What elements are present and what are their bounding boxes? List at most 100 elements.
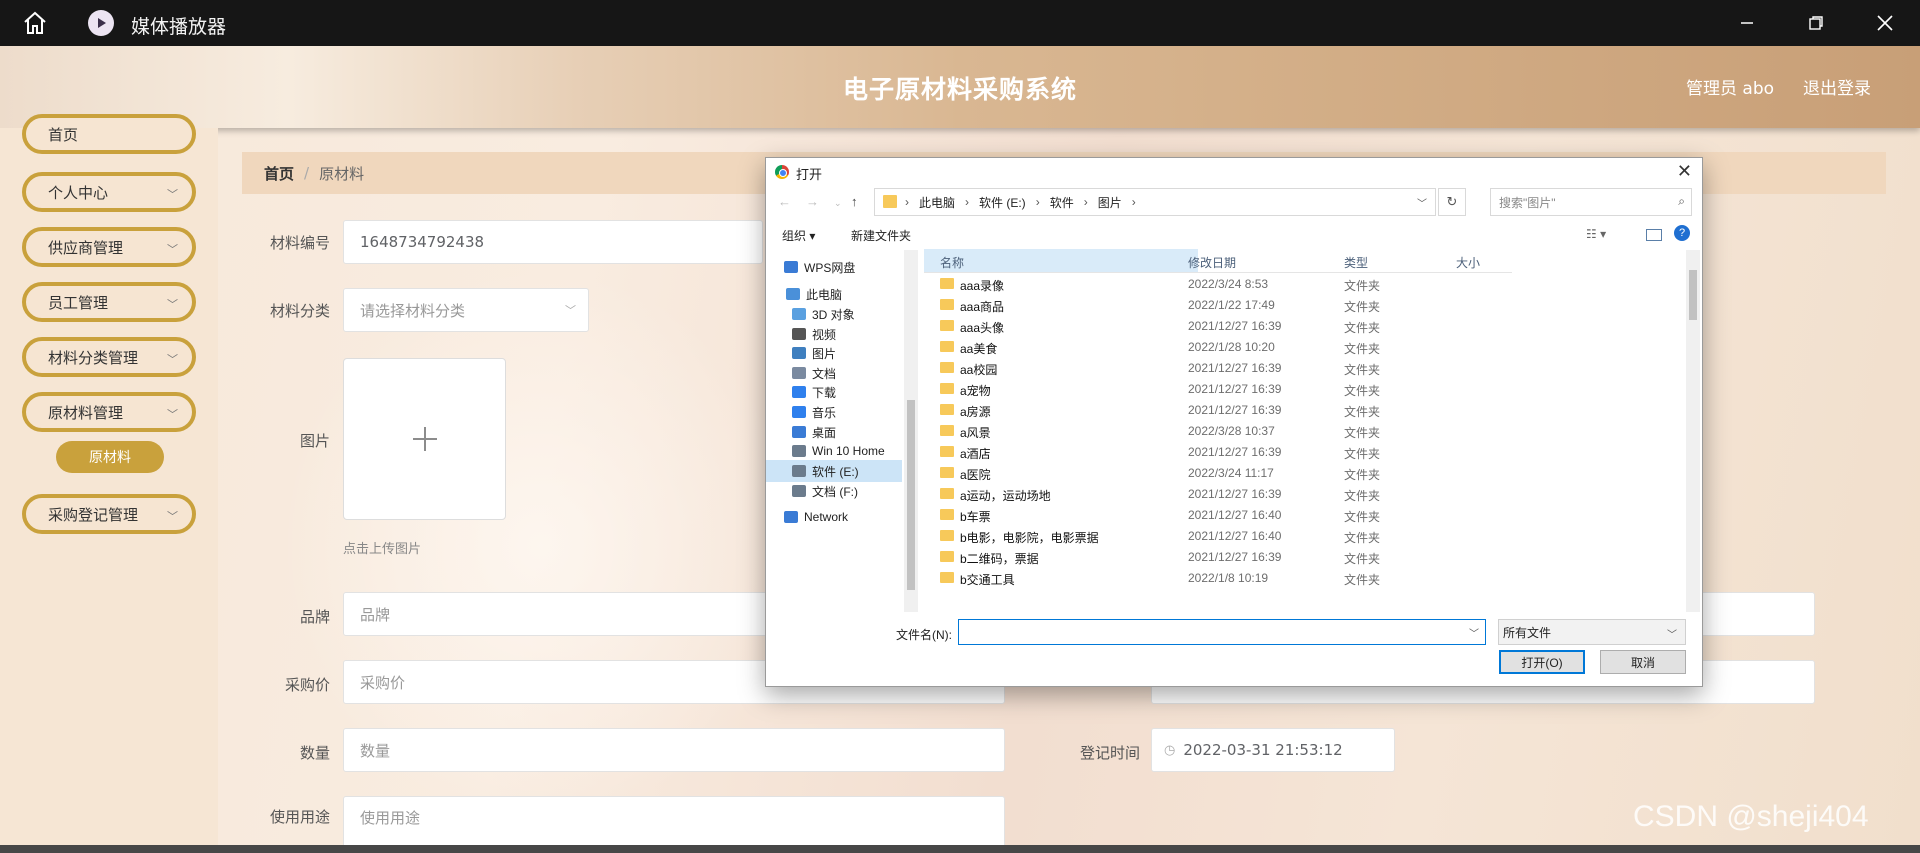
tree-item[interactable]: WPS网盘 bbox=[766, 256, 902, 278]
sidebar-item-home[interactable]: 首页 bbox=[22, 114, 196, 154]
file-row[interactable]: b二维码，票据 2021/12/27 16:39 文件夹 bbox=[924, 547, 1512, 568]
up-icon[interactable]: ↑ bbox=[851, 194, 858, 209]
tree-item-label: 图片 bbox=[812, 346, 837, 361]
column-date[interactable]: 修改日期 bbox=[1188, 254, 1236, 271]
file-row[interactable]: a房源 2021/12/27 16:39 文件夹 bbox=[924, 400, 1512, 421]
file-type: 文件夹 bbox=[1344, 300, 1381, 314]
file-row[interactable]: aaa录像 2022/3/24 8:53 文件夹 bbox=[924, 274, 1512, 295]
tree-item[interactable]: 软件 (E:) bbox=[766, 460, 902, 482]
home-icon[interactable] bbox=[22, 11, 48, 35]
location-icon bbox=[792, 485, 806, 497]
path-segment[interactable]: 此电脑 bbox=[919, 194, 955, 211]
file-row[interactable]: aa校园 2021/12/27 16:39 文件夹 bbox=[924, 358, 1512, 379]
restore-icon[interactable] bbox=[1804, 11, 1828, 35]
tree-item[interactable]: 下载 bbox=[766, 381, 902, 403]
filename-input[interactable]: ﹀ bbox=[958, 619, 1486, 645]
quantity-input[interactable]: 数量 bbox=[343, 728, 1005, 772]
tree-item[interactable]: 图片 bbox=[766, 342, 902, 364]
new-folder-button[interactable]: 新建文件夹 bbox=[851, 227, 911, 244]
path-arrow: › bbox=[1083, 195, 1088, 209]
open-button[interactable]: 打开(O) bbox=[1499, 650, 1585, 674]
sidebar-subitem-materials[interactable]: 原材料 bbox=[56, 441, 164, 473]
image-uploader[interactable] bbox=[343, 358, 506, 520]
path-segment[interactable]: 图片 bbox=[1098, 194, 1122, 211]
tree-item[interactable]: 音乐 bbox=[766, 401, 902, 423]
sidebar-item-materials[interactable]: 原材料管理 ﹀ bbox=[22, 392, 196, 432]
address-bar[interactable]: › 此电脑 › 软件 (E:) › 软件 › 图片 › ﹀ bbox=[874, 188, 1436, 216]
organize-button[interactable]: 组织 ▾ bbox=[782, 227, 815, 244]
code-input[interactable]: 1648734792438 bbox=[343, 220, 763, 264]
sidebar-item-staff[interactable]: 员工管理 ﹀ bbox=[22, 282, 196, 322]
file-row[interactable]: a医院 2022/3/24 11:17 文件夹 bbox=[924, 463, 1512, 484]
file-name: aaa商品 bbox=[960, 300, 1005, 314]
folder-icon bbox=[940, 362, 954, 373]
breadcrumb-home[interactable]: 首页 bbox=[264, 163, 294, 184]
dialog-title: 打开 bbox=[796, 167, 823, 182]
file-row[interactable]: b电影，电影院，电影票据 2021/12/27 16:40 文件夹 bbox=[924, 526, 1512, 547]
cancel-button[interactable]: 取消 bbox=[1600, 650, 1686, 674]
close-icon[interactable]: ✕ bbox=[1677, 161, 1692, 182]
chevron-down-icon: ﹀ bbox=[167, 188, 178, 201]
file-row[interactable]: aaa头像 2021/12/27 16:39 文件夹 bbox=[924, 316, 1512, 337]
file-row[interactable]: b交通工具 2022/1/8 10:19 文件夹 bbox=[924, 568, 1512, 589]
tree-item[interactable]: Win 10 Home bbox=[766, 440, 902, 462]
chevron-down-icon[interactable]: ﹀ bbox=[1417, 195, 1427, 210]
column-name[interactable]: 名称 bbox=[940, 254, 964, 271]
code-label: 材料编号 bbox=[269, 234, 330, 252]
file-row[interactable]: a酒店 2021/12/27 16:39 文件夹 bbox=[924, 442, 1512, 463]
filetype-select[interactable]: 所有文件 ﹀ bbox=[1498, 619, 1686, 645]
tree-scrollbar[interactable] bbox=[904, 250, 918, 612]
date-picker[interactable]: ◷ 2022-03-31 21:53:12 bbox=[1151, 728, 1395, 772]
sidebar-item-label: 首页 bbox=[48, 125, 79, 144]
folder-icon bbox=[883, 195, 897, 208]
minimize-icon[interactable] bbox=[1735, 11, 1759, 35]
view-options-icon[interactable]: ☷ ▾ bbox=[1586, 227, 1606, 241]
file-date: 2022/1/28 10:20 bbox=[1188, 340, 1275, 354]
file-row[interactable]: aa美食 2022/1/28 10:20 文件夹 bbox=[924, 337, 1512, 358]
list-scroll-thumb[interactable] bbox=[1689, 270, 1697, 320]
tree-scroll-thumb[interactable] bbox=[907, 400, 915, 590]
path-segment[interactable]: 软件 (E:) bbox=[979, 194, 1026, 211]
back-icon[interactable]: ← bbox=[778, 194, 791, 209]
tree-item[interactable]: Network bbox=[766, 506, 902, 528]
forward-icon[interactable]: → bbox=[806, 194, 819, 209]
tree-item-label: 桌面 bbox=[812, 425, 837, 440]
preview-pane-icon[interactable] bbox=[1646, 229, 1662, 241]
file-date: 2021/12/27 16:39 bbox=[1188, 319, 1282, 333]
file-name: a风景 bbox=[960, 426, 991, 440]
file-row[interactable]: a运动，运动场地 2021/12/27 16:39 文件夹 bbox=[924, 484, 1512, 505]
tree-item[interactable]: 此电脑 bbox=[766, 283, 902, 305]
file-row[interactable]: a宠物 2021/12/27 16:39 文件夹 bbox=[924, 379, 1512, 400]
list-scrollbar[interactable] bbox=[1686, 250, 1700, 612]
help-icon[interactable]: ? bbox=[1674, 225, 1690, 241]
logout-link[interactable]: 退出登录 bbox=[1803, 74, 1871, 99]
purchase-price-label: 采购价 bbox=[284, 676, 330, 694]
usage-textarea[interactable]: 使用用途 bbox=[343, 796, 1005, 845]
search-placeholder: 搜索"图片" bbox=[1499, 195, 1556, 210]
chevron-down-icon[interactable]: ﹀ bbox=[1469, 625, 1479, 640]
sidebar-item-categories[interactable]: 材料分类管理 ﹀ bbox=[22, 337, 196, 377]
location-icon bbox=[786, 288, 800, 300]
folder-icon bbox=[940, 425, 954, 436]
file-type: 文件夹 bbox=[1344, 510, 1381, 524]
search-input[interactable]: 搜索"图片" ⌕ bbox=[1490, 188, 1692, 216]
recent-chevron-icon[interactable]: ⌄ bbox=[834, 198, 842, 209]
path-segment[interactable]: 软件 bbox=[1050, 194, 1074, 211]
location-icon bbox=[792, 367, 806, 379]
close-icon[interactable] bbox=[1873, 11, 1897, 35]
file-row[interactable]: b车票 2021/12/27 16:40 文件夹 bbox=[924, 505, 1512, 526]
sidebar-item-suppliers[interactable]: 供应商管理 ﹀ bbox=[22, 227, 196, 267]
file-name: b车票 bbox=[960, 510, 991, 524]
tree-item[interactable]: 文档 (F:) bbox=[766, 480, 902, 502]
player-title: 媒体播放器 bbox=[131, 16, 227, 38]
sidebar-item-purchase[interactable]: 采购登记管理 ﹀ bbox=[22, 494, 196, 534]
sidebar-item-profile[interactable]: 个人中心 ﹀ bbox=[22, 172, 196, 212]
category-select[interactable]: 请选择材料分类 ﹀ bbox=[343, 288, 589, 332]
column-type[interactable]: 类型 bbox=[1344, 254, 1368, 271]
column-size[interactable]: 大小 bbox=[1456, 254, 1480, 271]
file-row[interactable]: aaa商品 2022/1/22 17:49 文件夹 bbox=[924, 295, 1512, 316]
tree-item[interactable]: 3D 对象 bbox=[766, 303, 902, 325]
file-row[interactable]: a风景 2022/3/28 10:37 文件夹 bbox=[924, 421, 1512, 442]
refresh-icon[interactable]: ↻ bbox=[1438, 188, 1466, 216]
file-date: 2021/12/27 16:39 bbox=[1188, 382, 1282, 396]
